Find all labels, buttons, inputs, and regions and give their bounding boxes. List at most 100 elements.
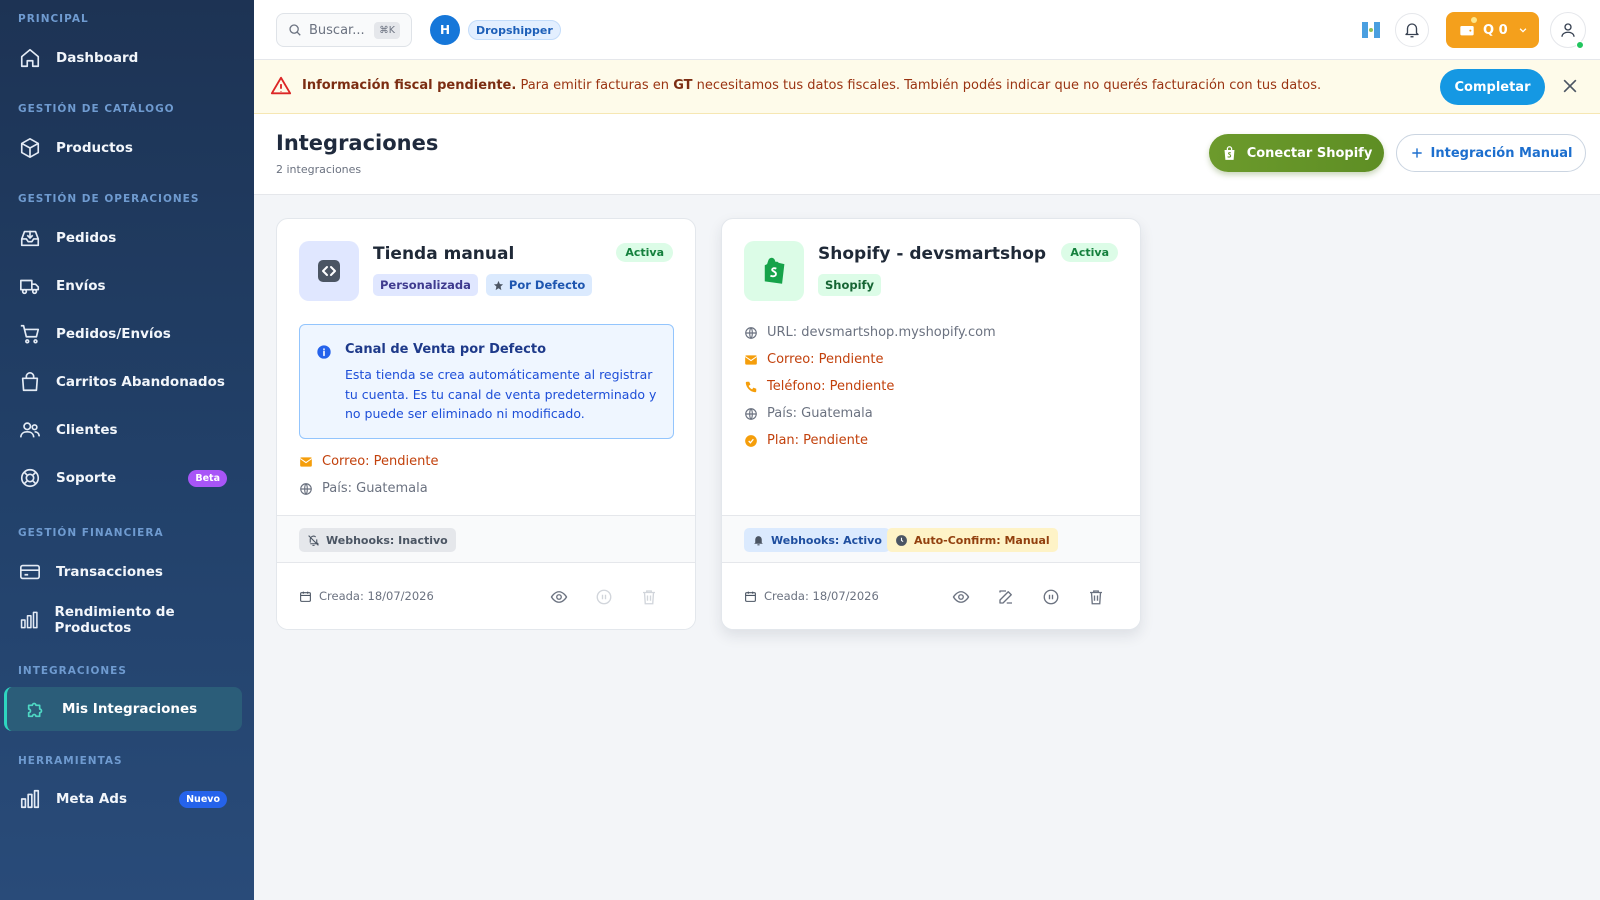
- pause-circle-icon: [596, 589, 612, 605]
- sidebar-item-label: Meta Ads: [56, 791, 128, 807]
- tag-row: Personalizada Por Defecto: [373, 274, 593, 296]
- sidebar-item-label: Clientes: [56, 422, 118, 438]
- banner-message: Información fiscal pendiente. Para emiti…: [302, 78, 1321, 93]
- notifications-button[interactable]: [1395, 13, 1429, 47]
- detail-text: País: Guatemala: [767, 406, 873, 421]
- edit-icon: [999, 590, 1012, 604]
- card-footer: Creada: 18/07/2026: [277, 563, 695, 629]
- detail-email: Correo: Pendiente: [299, 454, 438, 469]
- globe-icon: [745, 326, 757, 339]
- wallet-notification-dot: [1471, 17, 1477, 23]
- trash-icon: [643, 590, 655, 605]
- sidebar-item-clientes[interactable]: Clientes: [4, 408, 242, 452]
- wallet-button[interactable]: Q 0: [1446, 12, 1539, 48]
- auto-confirm-status: Auto-Confirm: Manual: [914, 533, 1050, 547]
- detail-text: URL: devsmartshop.myshopify.com: [767, 325, 996, 340]
- edit-button[interactable]: [994, 585, 1018, 609]
- lifebuoy-icon: [20, 468, 40, 488]
- view-button[interactable]: [547, 585, 571, 609]
- sidebar-item-envios[interactable]: Envíos: [4, 264, 242, 308]
- delete-button[interactable]: [637, 585, 661, 609]
- sidebar-item-rendimiento-productos[interactable]: Rendimiento de Productos: [4, 598, 242, 642]
- manual-integration-button[interactable]: Integración Manual: [1396, 134, 1586, 172]
- integration-count: 2 integraciones: [276, 163, 362, 176]
- badge-check-icon: [745, 434, 757, 447]
- delete-button[interactable]: [1084, 585, 1108, 609]
- credit-card-icon: [20, 564, 40, 580]
- pause-button[interactable]: [1039, 585, 1063, 609]
- sidebar-item-mis-integraciones[interactable]: Mis Integraciones: [4, 687, 242, 731]
- mail-icon: [744, 354, 758, 365]
- cart-icon: [20, 324, 40, 344]
- status-badge: Activa: [1061, 243, 1118, 262]
- webhooks-status: Webhooks: Inactivo: [326, 533, 448, 547]
- detail-country: País: Guatemala: [744, 406, 873, 421]
- sidebar-item-label: Carritos Abandonados: [56, 374, 225, 390]
- tag-row: Shopify: [818, 274, 882, 296]
- sidebar-item-label: Pedidos/Envíos: [56, 326, 171, 342]
- detail-url: URL: devsmartshop.myshopify.com: [744, 325, 996, 340]
- guatemala-flag-icon: [1362, 22, 1380, 38]
- created-text: Creada: 18/07/2026: [319, 589, 434, 603]
- bar-chart-icon: [20, 789, 40, 809]
- info-body: Esta tienda se crea automáticamente al r…: [345, 367, 657, 421]
- sidebar-item-label: Envíos: [56, 278, 106, 294]
- banner-country: GT: [673, 78, 693, 93]
- globe-icon: [300, 482, 312, 495]
- topbar: Buscar... ⌘K H Dropshipper Q 0: [254, 0, 1600, 60]
- sidebar-item-productos[interactable]: Productos: [4, 126, 242, 170]
- globe-icon: [745, 407, 757, 420]
- shopping-bag-icon: [21, 372, 39, 392]
- tag-shopify: Shopify: [818, 274, 882, 296]
- tag-label: Por Defecto: [508, 278, 586, 292]
- users-icon: [20, 422, 40, 438]
- default-channel-info: Canal de Venta por Defecto Esta tienda s…: [299, 324, 674, 439]
- bell-icon: [1405, 23, 1419, 38]
- card-title: Shopify - devsmartshop: [818, 244, 1047, 264]
- card-status-strip: Webhooks: Activo Auto-Confirm: Manual: [722, 515, 1140, 563]
- search-placeholder: Buscar...: [309, 22, 365, 38]
- section-catalogo: GESTIÓN DE CATÁLOGO: [18, 103, 175, 115]
- status-badge: Activa: [616, 243, 673, 262]
- country-flag-button[interactable]: [1356, 15, 1386, 45]
- role-badge: Dropshipper: [468, 20, 561, 40]
- wallet-balance: Q 0: [1483, 22, 1508, 38]
- user-icon: [1561, 23, 1575, 37]
- sidebar-item-transacciones[interactable]: Transacciones: [4, 550, 242, 594]
- card-status-strip: Webhooks: Inactivo: [277, 515, 695, 563]
- view-button[interactable]: [949, 585, 973, 609]
- connect-shopify-button[interactable]: Conectar Shopify: [1209, 134, 1384, 172]
- detail-email: Correo: Pendiente: [744, 352, 883, 367]
- search-input[interactable]: Buscar... ⌘K: [276, 13, 412, 47]
- manual-integration-label: Integración Manual: [1430, 145, 1573, 161]
- close-icon[interactable]: [1560, 76, 1580, 96]
- code-icon: [318, 260, 340, 282]
- clock-icon: [896, 534, 907, 546]
- nuevo-badge: Nuevo: [179, 790, 227, 808]
- inbox-download-icon: [20, 230, 40, 247]
- created-date: Creada: 18/07/2026: [744, 589, 879, 603]
- sidebar-item-pedidos-envios[interactable]: Pedidos/Envíos: [4, 312, 242, 356]
- page-title: Integraciones: [276, 131, 439, 155]
- page-header: Integraciones 2 integraciones Conectar S…: [254, 114, 1600, 195]
- complete-button[interactable]: Completar: [1440, 69, 1545, 105]
- phone-icon: [745, 381, 757, 392]
- sidebar-item-pedidos[interactable]: Pedidos: [4, 216, 242, 260]
- webhooks-badge: Webhooks: Inactivo: [299, 528, 456, 552]
- section-integraciones: INTEGRACIONES: [18, 665, 127, 677]
- sidebar-item-dashboard[interactable]: Dashboard: [4, 36, 242, 80]
- sidebar-item-soporte[interactable]: Soporte Beta: [4, 456, 242, 500]
- card-title: Tienda manual: [373, 244, 515, 264]
- card-footer: Creada: 18/07/2026: [722, 563, 1140, 629]
- created-text: Creada: 18/07/2026: [764, 589, 879, 603]
- calendar-icon: [745, 591, 756, 602]
- banner-text-2: necesitamos tus datos fiscales. También …: [696, 78, 1322, 93]
- sidebar-item-meta-ads[interactable]: Meta Ads Nuevo: [4, 777, 242, 821]
- avatar[interactable]: H: [430, 15, 460, 45]
- detail-text: Correo: Pendiente: [767, 352, 884, 367]
- sidebar-item-carritos-abandonados[interactable]: Carritos Abandonados: [4, 360, 242, 404]
- sidebar-item-label: Transacciones: [56, 564, 163, 580]
- calendar-icon: [300, 591, 311, 602]
- info-icon: [317, 345, 331, 359]
- pause-button[interactable]: [592, 585, 616, 609]
